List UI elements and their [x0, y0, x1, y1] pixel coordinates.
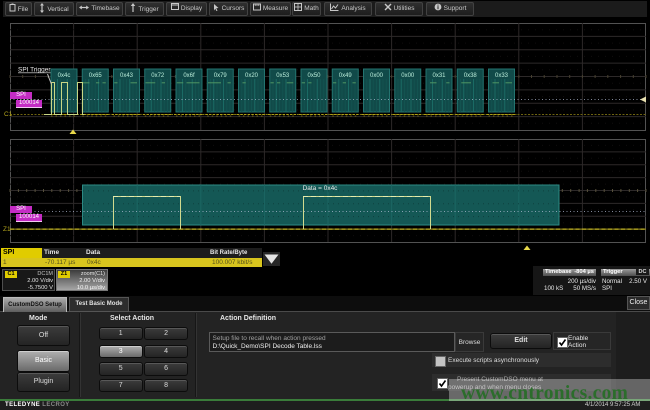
svg-text:C1: C1 — [4, 111, 13, 118]
svg-text:0x53: 0x53 — [276, 73, 290, 79]
svg-text:0x6f: 0x6f — [183, 73, 195, 79]
svg-text:0x65: 0x65 — [89, 73, 103, 79]
svg-text:0x72: 0x72 — [151, 73, 165, 79]
svg-text:0x50: 0x50 — [307, 73, 321, 79]
svg-text:0x49: 0x49 — [339, 73, 353, 79]
svg-text:0x20: 0x20 — [245, 73, 259, 79]
svg-text:Z1: Z1 — [3, 226, 11, 233]
svg-text:0x79: 0x79 — [214, 73, 228, 79]
svg-text:SPI Trigger: SPI Trigger — [18, 67, 51, 74]
svg-text:0x33: 0x33 — [495, 73, 509, 79]
svg-text:0x4c: 0x4c — [58, 73, 71, 79]
svg-text:0x00: 0x00 — [370, 73, 384, 79]
svg-text:0x00: 0x00 — [401, 73, 415, 79]
svg-text:0x43: 0x43 — [120, 73, 134, 79]
svg-text:0x38: 0x38 — [464, 73, 478, 79]
svg-text:Data = 0x4c: Data = 0x4c — [303, 185, 339, 192]
svg-text:0x31: 0x31 — [432, 73, 446, 79]
